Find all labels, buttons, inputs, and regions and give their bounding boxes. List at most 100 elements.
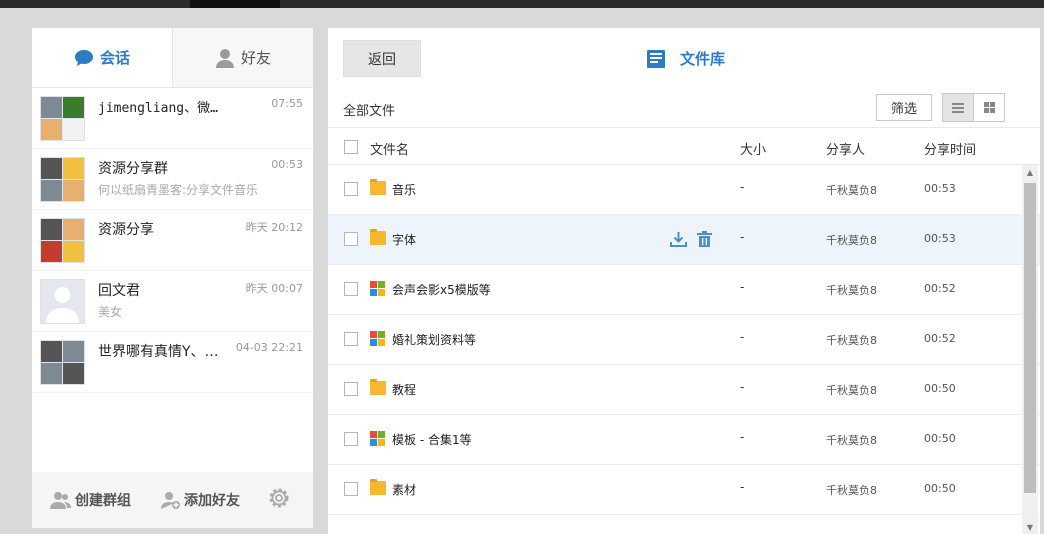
file-sharer: 千秋莫负8 [826, 284, 877, 297]
folder-icon [370, 229, 386, 245]
group-avatar [40, 340, 85, 385]
file-name: 婚礼策划资料等 [392, 333, 477, 347]
folder-icon [370, 379, 386, 395]
scroll-up-arrow-icon[interactable]: ▲ [1026, 169, 1034, 177]
list-view-button[interactable] [943, 94, 973, 121]
user-avatar [40, 279, 85, 324]
tab-friends-label: 好友 [240, 49, 271, 67]
file-size: - [740, 230, 745, 244]
conversation-item[interactable]: 世界哪有真情Y、… 04-03 22:21 [32, 332, 313, 393]
row-checkbox[interactable] [344, 332, 358, 346]
conversation-item[interactable]: 资源分享群 00:53 何以纸扇青墨客:分享文件音乐 [32, 149, 313, 210]
table-row[interactable]: 模板 - 合集1等 - 千秋莫负8 00:50 [328, 415, 1040, 465]
top-bar-tab [190, 0, 280, 8]
file-sharer: 千秋莫负8 [826, 484, 877, 497]
conversation-time: 昨天 20:12 [245, 221, 303, 234]
group-avatar [40, 157, 85, 202]
table-header: 文件名 大小 分享人 分享时间 [328, 128, 1040, 165]
folder-icon [370, 479, 386, 495]
row-actions [670, 231, 712, 247]
column-time[interactable]: 分享时间 [924, 139, 976, 158]
windows-icon [370, 431, 385, 446]
filter-button[interactable]: 筛选 [876, 94, 932, 121]
conversation-panel: 会话 好友 jimengliang、微… 07:55 资源分享群 00:53 何… [32, 28, 313, 528]
conversation-name: 资源分享 [98, 222, 154, 238]
table-row[interactable]: 字体 - 千秋莫负8 00:53 [328, 215, 1040, 265]
library-header: 返回 文件库 [328, 28, 1040, 88]
grid-view-button[interactable] [973, 94, 1004, 121]
file-sharer: 千秋莫负8 [826, 234, 877, 247]
file-size: - [740, 330, 745, 344]
row-checkbox[interactable] [344, 432, 358, 446]
select-all-checkbox[interactable] [344, 140, 358, 154]
file-time: 00:53 [924, 182, 956, 195]
add-friend-button[interactable]: 添加好友 [161, 490, 240, 510]
column-size[interactable]: 大小 [740, 139, 766, 158]
file-time: 00:52 [924, 282, 956, 295]
conversation-preview: 美女 [98, 305, 123, 319]
table-row[interactable]: 素材 - 千秋莫负8 00:50 [328, 465, 1040, 515]
scroll-down-arrow-icon[interactable]: ▼ [1026, 524, 1034, 532]
windows-icon [370, 281, 385, 296]
page-title-label: 文件库 [680, 50, 726, 68]
conversation-item[interactable]: 资源分享 昨天 20:12 [32, 210, 313, 271]
file-size: - [740, 430, 745, 444]
add-friend-label: 添加好友 [184, 493, 240, 509]
tab-chat[interactable]: 会话 [32, 28, 172, 87]
group-avatar [40, 96, 85, 141]
file-size: - [740, 280, 745, 294]
delete-icon[interactable] [697, 231, 712, 247]
file-name: 模板 - 合集1等 [392, 433, 472, 447]
row-checkbox[interactable] [344, 482, 358, 496]
table-row[interactable]: 音乐 - 千秋莫负8 00:53 [328, 165, 1040, 215]
scrollbar-thumb[interactable] [1024, 183, 1036, 493]
default-avatar-icon [46, 287, 79, 323]
top-bar [0, 0, 1044, 8]
tab-friends[interactable]: 好友 [172, 28, 313, 87]
file-time: 00:50 [924, 432, 956, 445]
table-row[interactable]: 婚礼策划资料等 - 千秋莫负8 00:52 [328, 315, 1040, 365]
conversation-item[interactable]: jimengliang、微… 07:55 [32, 88, 313, 149]
conversation-time: 昨天 00:07 [245, 282, 303, 295]
column-sharer[interactable]: 分享人 [826, 139, 865, 158]
left-footer: 创建群组 添加好友 [32, 472, 313, 528]
breadcrumb[interactable]: 全部文件 [343, 100, 395, 119]
group-icon [50, 492, 71, 509]
view-toggle [942, 93, 1005, 122]
library-toolbar: 全部文件 筛选 [328, 88, 1040, 128]
file-time: 00:53 [924, 232, 956, 245]
file-time: 00:52 [924, 332, 956, 345]
folder-icon [370, 179, 386, 195]
table-row[interactable]: 会声会影x5模版等 - 千秋莫负8 00:52 [328, 265, 1040, 315]
tab-chat-label: 会话 [99, 49, 130, 67]
conversation-time: 00:53 [271, 158, 303, 171]
row-checkbox[interactable] [344, 182, 358, 196]
row-checkbox[interactable] [344, 382, 358, 396]
file-name: 教程 [392, 383, 417, 397]
create-group-button[interactable]: 创建群组 [50, 490, 131, 510]
file-time: 00:50 [924, 482, 956, 495]
left-tabs: 会话 好友 [32, 28, 313, 88]
file-library-panel: 返回 文件库 全部文件 筛选 文件名 大小 分享人 分享时间 音乐 - 千秋莫负… [328, 28, 1040, 534]
file-sharer: 千秋莫负8 [826, 384, 877, 397]
conversation-item[interactable]: 回文君 昨天 00:07 美女 [32, 271, 313, 332]
file-list: 音乐 - 千秋莫负8 00:53 字体 - 千秋莫负8 00:53 会声会影x5… [328, 165, 1040, 534]
table-row[interactable]: 教程 - 千秋莫负8 00:50 [328, 365, 1040, 415]
file-name: 字体 [392, 233, 417, 247]
column-name[interactable]: 文件名 [370, 139, 409, 158]
gear-icon [269, 488, 289, 508]
conversation-list: jimengliang、微… 07:55 资源分享群 00:53 何以纸扇青墨客… [32, 88, 313, 472]
row-checkbox[interactable] [344, 282, 358, 296]
file-size: - [740, 480, 745, 494]
file-list-scrollbar[interactable]: ▲ ▼ [1022, 165, 1038, 534]
file-size: - [740, 180, 745, 194]
file-sharer: 千秋莫负8 [826, 184, 877, 197]
row-checkbox[interactable] [344, 232, 358, 246]
chat-bubble-icon [74, 49, 93, 66]
file-name: 音乐 [392, 183, 417, 197]
settings-button[interactable] [268, 487, 290, 513]
conversation-name: jimengliang、微… [98, 101, 218, 116]
download-icon[interactable] [670, 231, 687, 247]
file-name: 素材 [392, 483, 417, 497]
back-button[interactable]: 返回 [343, 40, 421, 77]
